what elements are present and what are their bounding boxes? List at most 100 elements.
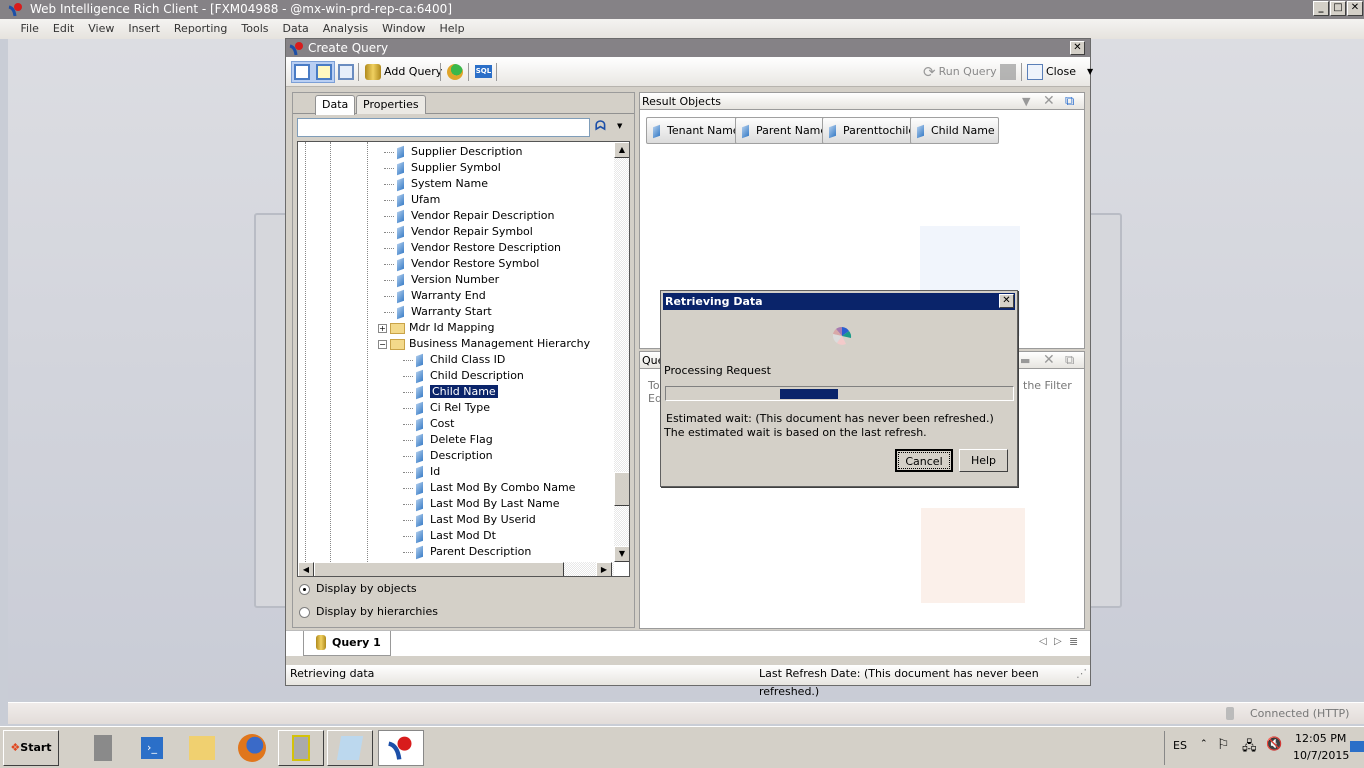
tab-query-1[interactable]: Query 1: [303, 631, 391, 656]
radio-display-by-hierarchies[interactable]: [299, 606, 310, 618]
tree-item[interactable]: Supplier Symbol: [384, 160, 501, 176]
chevron-down-icon[interactable]: ▼: [1087, 61, 1093, 83]
tree-item[interactable]: Vendor Restore Symbol: [384, 256, 539, 272]
close-query-button[interactable]: Close ▼: [1024, 61, 1096, 83]
tree-folder[interactable]: + Mdr Id Mapping: [378, 320, 494, 336]
menu-help[interactable]: Help: [432, 19, 471, 39]
tree-item[interactable]: Cost: [403, 416, 454, 432]
object-search-input[interactable]: [297, 118, 590, 137]
menu-view[interactable]: View: [81, 19, 121, 39]
pin-icon[interactable]: ⧉: [1065, 93, 1074, 110]
tree-item[interactable]: Vendor Repair Symbol: [384, 224, 533, 240]
menu-data[interactable]: Data: [276, 19, 316, 39]
result-object-tenant-name[interactable]: Tenant Name: [646, 117, 744, 144]
tree-item[interactable]: Delete Flag: [403, 432, 493, 448]
menu-file[interactable]: File: [14, 19, 46, 39]
data-panel-icon[interactable]: [294, 64, 310, 80]
scroll-left-button[interactable]: ◀: [298, 562, 314, 576]
close-app-button[interactable]: ✕: [1347, 1, 1363, 16]
tab-list-icon[interactable]: ≣: [1069, 635, 1078, 648]
hscroll-thumb[interactable]: [314, 562, 564, 576]
filter-panel-icon[interactable]: [316, 64, 332, 80]
show-hidden-icons-icon[interactable]: ⌃: [1200, 739, 1208, 749]
scroll-thumb[interactable]: [614, 472, 629, 506]
collapse-icon[interactable]: −: [378, 339, 387, 349]
tree-item[interactable]: Parent Description: [403, 544, 531, 560]
search-options-chevron-icon[interactable]: ▼: [617, 122, 622, 130]
menu-reporting[interactable]: Reporting: [167, 19, 234, 39]
language-indicator[interactable]: ES: [1173, 739, 1187, 752]
menu-edit[interactable]: Edit: [46, 19, 81, 39]
taskbar-firefox[interactable]: [229, 730, 275, 766]
combined-query-icon[interactable]: [447, 64, 463, 80]
tree-item[interactable]: Last Mod By Userid: [403, 512, 536, 528]
taskbar-powershell[interactable]: ›_: [129, 730, 175, 766]
tree-item[interactable]: Warranty Start: [384, 304, 492, 320]
sql-button[interactable]: SQL: [475, 65, 492, 78]
result-object-child-name[interactable]: Child Name: [910, 117, 999, 144]
tree-item[interactable]: Vendor Restore Description: [384, 240, 561, 256]
tree-item[interactable]: Child Class ID: [403, 352, 505, 368]
create-query-close-button[interactable]: ✕: [1070, 41, 1085, 55]
tab-data[interactable]: Data: [315, 95, 356, 115]
predefined-filter-icon[interactable]: ▬: [1020, 352, 1030, 369]
tree-item[interactable]: Ufam: [384, 192, 440, 208]
tree-item[interactable]: Version Number: [384, 272, 499, 288]
remove-all-icon[interactable]: ✕: [1043, 93, 1055, 110]
menu-tools[interactable]: Tools: [234, 19, 275, 39]
tree-item[interactable]: Supplier Description: [384, 144, 522, 160]
menu-window[interactable]: Window: [375, 19, 432, 39]
start-button[interactable]: ❖Start: [3, 730, 59, 766]
taskbar-explorer[interactable]: [179, 730, 225, 766]
tab-properties[interactable]: Properties: [356, 95, 426, 114]
cancel-query-icon[interactable]: [1000, 64, 1016, 80]
display-by-hierarchies-option[interactable]: Display by hierarchies: [299, 605, 438, 618]
menu-insert[interactable]: Insert: [121, 19, 167, 39]
remove-filters-icon[interactable]: ✕: [1043, 352, 1055, 369]
scroll-right-button[interactable]: ▶: [596, 562, 612, 576]
cancel-button[interactable]: Cancel: [895, 449, 953, 472]
tree-vertical-scrollbar[interactable]: ▲ ▼: [614, 142, 629, 562]
tree-item[interactable]: Vendor Repair Description: [384, 208, 555, 224]
scroll-up-button[interactable]: ▲: [614, 142, 629, 158]
tree-item[interactable]: System Name: [384, 176, 488, 192]
tree-item[interactable]: Child Name: [403, 384, 498, 400]
maximize-button[interactable]: □: [1330, 1, 1346, 16]
tree-item[interactable]: Ci Rel Type: [403, 400, 490, 416]
taskbar-webi[interactable]: [378, 730, 424, 766]
volume-muted-icon[interactable]: 🔇: [1266, 737, 1282, 752]
tree-item[interactable]: Last Mod By Last Name: [403, 496, 560, 512]
help-button[interactable]: Help: [959, 449, 1008, 472]
radio-display-by-objects[interactable]: [299, 583, 310, 595]
pin-icon[interactable]: ⧉: [1065, 352, 1074, 369]
resize-grip-icon[interactable]: ⋰: [1076, 665, 1087, 683]
display-by-objects-option[interactable]: Display by objects: [299, 582, 417, 595]
dialog-close-button[interactable]: ✕: [999, 294, 1014, 308]
network-icon[interactable]: 🖧: [1242, 737, 1257, 759]
tree-folder[interactable]: − Business Management Hierarchy: [378, 336, 590, 352]
taskbar-app-config[interactable]: [278, 730, 324, 766]
show-desktop-icon[interactable]: [1350, 741, 1364, 752]
menu-analysis[interactable]: Analysis: [316, 19, 375, 39]
tree-item[interactable]: Last Mod Dt: [403, 528, 496, 544]
next-tab-icon[interactable]: ▷: [1054, 636, 1062, 647]
action-center-flag-icon[interactable]: ⚐: [1217, 737, 1230, 753]
run-query-button[interactable]: ⟳ Run Query: [920, 61, 1000, 83]
tree-item[interactable]: Id: [403, 464, 440, 480]
minimize-button[interactable]: _: [1313, 1, 1329, 16]
filter-icon[interactable]: ▼: [1022, 93, 1030, 110]
clock-time[interactable]: 12:05 PM: [1295, 732, 1346, 745]
add-query-button[interactable]: Add Query: [362, 61, 445, 83]
data-preview-icon[interactable]: [338, 64, 354, 80]
result-object-parent-name[interactable]: Parent Name: [735, 117, 832, 144]
tree-item[interactable]: Last Mod By Combo Name: [403, 480, 575, 496]
prev-tab-icon[interactable]: ◁: [1039, 636, 1047, 647]
tree-horizontal-scrollbar[interactable]: ◀ ▶: [298, 562, 614, 576]
taskbar-server-manager[interactable]: [80, 730, 126, 766]
expand-icon[interactable]: +: [378, 323, 387, 333]
tree-item[interactable]: Warranty End: [384, 288, 486, 304]
tree-item[interactable]: Child Description: [403, 368, 524, 384]
tree-item[interactable]: Description: [403, 448, 493, 464]
binoculars-icon[interactable]: ᗣ: [595, 119, 606, 134]
clock-date[interactable]: 10/7/2015: [1293, 749, 1349, 762]
